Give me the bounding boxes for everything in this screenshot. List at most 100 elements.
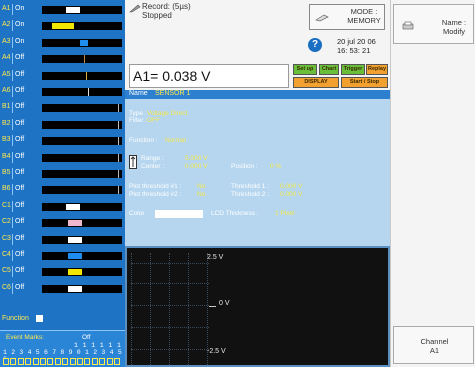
channel-row[interactable]: A1 On	[0, 2, 125, 18]
channel-name: A4	[2, 54, 11, 62]
event-cell[interactable]	[17, 358, 24, 365]
range-icon	[129, 155, 137, 169]
channel-state[interactable]: Off	[15, 185, 24, 192]
channel-separator	[12, 217, 13, 229]
event-cell[interactable]	[106, 358, 113, 365]
channel-state[interactable]: Off	[15, 153, 24, 160]
event-cell[interactable]	[3, 358, 9, 365]
channel-state[interactable]: Off	[15, 235, 24, 242]
datetime: 20 jul 20 06 16: 53: 21	[337, 37, 376, 55]
channel-row[interactable]: B5 Off	[0, 166, 125, 182]
event-cell[interactable]	[99, 358, 106, 365]
channel-row[interactable]: C5 Off	[0, 264, 125, 280]
trigger-button[interactable]: Trigger	[341, 64, 365, 75]
channel-row[interactable]: C4 Off	[0, 248, 125, 264]
start-stop-button[interactable]: Start / Stop	[341, 77, 388, 88]
channel-state[interactable]: On	[15, 5, 24, 12]
channel-row[interactable]: B3 Off	[0, 133, 125, 149]
range-value[interactable]: 5.000 V	[185, 155, 207, 162]
channel-row[interactable]: C6 Off	[0, 281, 125, 297]
channel-row[interactable]: C2 Off	[0, 215, 125, 231]
event-cell[interactable]	[91, 358, 98, 365]
event-cell[interactable]	[54, 358, 61, 365]
channel-separator	[12, 151, 13, 163]
zero-marker	[209, 306, 216, 307]
channel-separator	[12, 233, 13, 245]
channel-row[interactable]: A2 On	[0, 18, 125, 34]
plot-threshold-2-value[interactable]: No	[197, 191, 205, 198]
channel-row[interactable]: A4 Off	[0, 51, 125, 67]
name-bar[interactable]: Name SENSOR 1	[125, 90, 390, 99]
channel-state[interactable]: Off	[15, 54, 24, 61]
channel-state[interactable]: On	[15, 38, 24, 45]
channel-state[interactable]: Off	[15, 251, 24, 258]
channel-state[interactable]: Off	[15, 103, 24, 110]
event-marks-state[interactable]: Off	[82, 334, 91, 341]
type-value[interactable]: Voltage Direct	[147, 110, 187, 117]
scope-zero-label: 0 V	[219, 300, 230, 307]
channel-level-bar	[42, 252, 122, 260]
channel-separator	[12, 53, 13, 65]
channel-select-button[interactable]: Channel A1	[393, 326, 474, 364]
event-cell[interactable]	[114, 358, 120, 365]
center-value[interactable]: 0.000 V	[185, 163, 207, 170]
color-swatch[interactable]	[155, 210, 203, 218]
plot-threshold-1-value[interactable]: No	[197, 183, 205, 190]
help-icon[interactable]: ?	[308, 38, 322, 52]
replay-button[interactable]: Replay	[366, 64, 388, 75]
event-cell[interactable]	[40, 358, 46, 365]
channel-row[interactable]: B2 Off	[0, 117, 125, 133]
event-cell[interactable]	[77, 358, 83, 365]
name-value: SENSOR 1	[155, 90, 191, 97]
event-cell[interactable]	[32, 358, 39, 365]
channel-row[interactable]: B4 Off	[0, 150, 125, 166]
channel-row[interactable]: A5 Off	[0, 68, 125, 84]
channel-state[interactable]: Off	[15, 218, 24, 225]
event-cell[interactable]	[62, 358, 69, 365]
filter-value[interactable]: OFF	[147, 117, 160, 124]
event-cell[interactable]	[84, 358, 91, 365]
mode-button[interactable]: MODE : MEMORY	[309, 4, 385, 30]
channel-state[interactable]: Off	[15, 136, 24, 143]
channel-state[interactable]: Off	[15, 169, 24, 176]
threshold-1-value[interactable]: 0.000 V	[280, 183, 302, 190]
channel-state[interactable]: Off	[15, 284, 24, 291]
display-button[interactable]: DISPLAY	[293, 77, 339, 88]
position-value[interactable]: 0 %	[270, 163, 281, 170]
channel-level-marker	[68, 236, 82, 243]
event-cell[interactable]	[25, 358, 32, 365]
name-label: Name	[129, 90, 148, 97]
channel-separator	[12, 168, 13, 179]
scope-bottom-label: -2.5 V	[207, 348, 226, 355]
name-modify-button[interactable]: Name : Modify	[393, 4, 474, 44]
lcd-thickness-value[interactable]: 1 Pixel	[275, 210, 295, 217]
channel-state[interactable]: Off	[15, 202, 24, 209]
channel-state[interactable]: On	[15, 21, 24, 28]
channel-row[interactable]: B6 Off	[0, 182, 125, 198]
function-value[interactable]: Normal	[165, 137, 186, 144]
channel-row[interactable]: A6 Off	[0, 84, 125, 100]
chart-button[interactable]: Chart	[319, 64, 339, 75]
channel-state[interactable]: Off	[15, 267, 24, 274]
channel-level-bar	[42, 38, 122, 47]
channel-separator	[12, 266, 13, 278]
channel-level-marker	[118, 137, 119, 146]
event-cell[interactable]	[10, 358, 17, 365]
channel-level-bar	[42, 22, 122, 31]
channel-row[interactable]: B1 Off	[0, 100, 125, 116]
threshold-2-value[interactable]: 0.000 V	[280, 191, 302, 198]
name-modify-line1: Name :	[441, 18, 467, 27]
disk-icon	[315, 14, 329, 22]
channel-row[interactable]: A3 On	[0, 35, 125, 51]
function-checkbox[interactable]	[36, 315, 43, 322]
channel-row[interactable]: C1 Off	[0, 199, 125, 215]
channel-state[interactable]: Off	[15, 71, 24, 78]
channel-state[interactable]: Off	[15, 120, 24, 127]
record-rate: Record: (5µs)	[142, 2, 191, 11]
event-cell[interactable]	[47, 358, 54, 365]
event-cell[interactable]	[69, 358, 76, 365]
event-marks-panel: Event Marks: Off 1 1 1 1 1 11 2 3 4 5 6 7 …	[0, 330, 125, 367]
channel-state[interactable]: Off	[15, 87, 24, 94]
setup-button[interactable]: Set up	[293, 64, 317, 75]
channel-row[interactable]: C3 Off	[0, 232, 125, 248]
